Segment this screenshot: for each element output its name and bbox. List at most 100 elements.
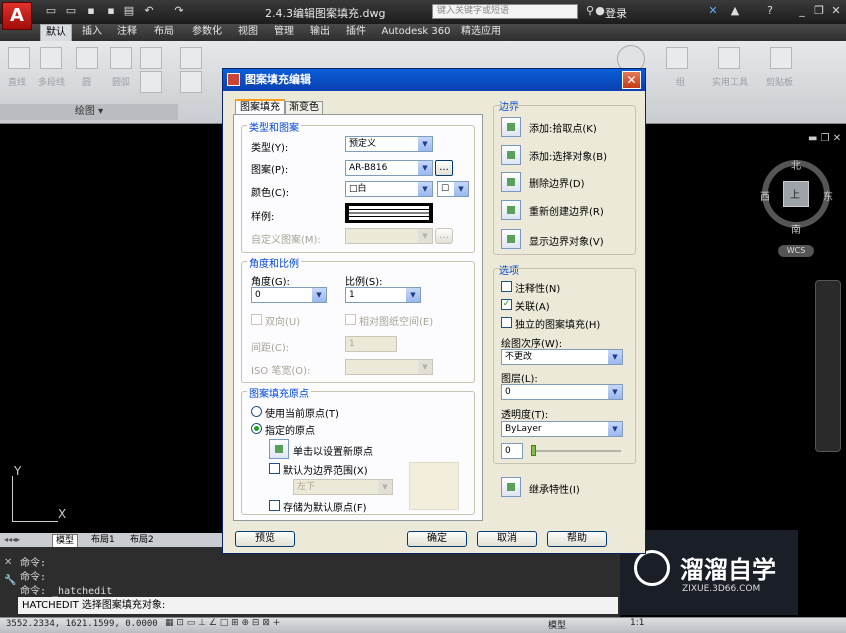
- tab-parametric[interactable]: 参数化: [188, 24, 226, 41]
- command-settings-icon[interactable]: 🔧: [4, 575, 16, 586]
- iso-pen-select[interactable]: ▼: [345, 359, 433, 375]
- utilities-icon[interactable]: [718, 47, 740, 69]
- minimize-icon[interactable]: _: [795, 5, 809, 17]
- ok-button[interactable]: 确定: [407, 531, 467, 547]
- set-origin-icon[interactable]: [269, 439, 289, 459]
- tab-nav-arrows[interactable]: ◂◂◂▸: [4, 535, 20, 544]
- store-default-checkbox[interactable]: [269, 500, 280, 511]
- draw-panel-title[interactable]: 绘图 ▾: [0, 104, 178, 120]
- double-checkbox[interactable]: [251, 314, 262, 325]
- tab-view[interactable]: 视图: [234, 24, 262, 41]
- circle-icon[interactable]: [76, 47, 98, 69]
- tab-annotate[interactable]: 注释: [113, 24, 141, 41]
- tab-manage[interactable]: 管理: [270, 24, 298, 41]
- group-tool-icon[interactable]: [666, 47, 688, 69]
- pattern-select[interactable]: AR-B816 ▼: [345, 160, 433, 176]
- transparency-slider-thumb[interactable]: [531, 445, 536, 456]
- transparency-value-input[interactable]: 0: [501, 443, 523, 459]
- draw-tool-icon[interactable]: [140, 71, 162, 93]
- undo-icon[interactable]: ↶: [142, 5, 156, 17]
- preview-button[interactable]: 预览: [235, 531, 295, 547]
- tab-hatch[interactable]: 图案填充: [235, 99, 285, 115]
- recreate-boundary-icon[interactable]: [501, 200, 521, 220]
- line-icon[interactable]: [8, 47, 30, 69]
- add-select-objects-label[interactable]: 添加:选择对象(B): [529, 148, 607, 163]
- modify-tool-icon[interactable]: [180, 47, 202, 69]
- tab-gradient[interactable]: 渐变色: [285, 101, 323, 115]
- print-icon[interactable]: ▤: [122, 5, 136, 17]
- associative-checkbox[interactable]: ✓: [501, 299, 512, 310]
- type-select[interactable]: 预定义 ▼: [345, 136, 433, 152]
- restore-icon[interactable]: ❐: [812, 5, 826, 17]
- tab-output[interactable]: 输出: [306, 24, 334, 41]
- dialog-close-button[interactable]: ✕: [622, 71, 641, 89]
- specified-origin-radio[interactable]: [251, 423, 262, 434]
- add-pick-points-label[interactable]: 添加:拾取点(K): [529, 120, 597, 135]
- command-input[interactable]: HATCHEDIT 选择图案填充对象:: [18, 597, 618, 614]
- default-extent-checkbox[interactable]: [269, 463, 280, 474]
- tab-featured-apps[interactable]: 精选应用: [458, 24, 504, 41]
- search-input[interactable]: 键入关键字或短语: [432, 4, 578, 19]
- pattern-browse-button[interactable]: ...: [435, 160, 453, 176]
- save-icon[interactable]: ▪: [84, 5, 98, 17]
- view-selections-icon[interactable]: [501, 229, 521, 249]
- inherit-properties-label[interactable]: 继承特性(I): [529, 481, 580, 496]
- clipboard-icon[interactable]: [770, 47, 792, 69]
- close-icon[interactable]: ✕: [829, 5, 843, 17]
- polyline-icon[interactable]: [40, 47, 62, 69]
- angle-select[interactable]: 0 ▼: [251, 287, 327, 303]
- modify-tool-icon[interactable]: [180, 71, 202, 93]
- separate-hatches-checkbox[interactable]: [501, 317, 512, 328]
- status-model[interactable]: 模型: [548, 618, 566, 631]
- tab-plugins[interactable]: 插件: [342, 24, 370, 41]
- color-select[interactable]: □白 ▼: [345, 181, 433, 197]
- add-pick-points-icon[interactable]: [501, 117, 521, 137]
- draw-tool-icon[interactable]: [140, 47, 162, 69]
- tab-insert[interactable]: 插入: [78, 24, 106, 41]
- cancel-button[interactable]: 取消: [477, 531, 537, 547]
- arc-icon[interactable]: [110, 47, 132, 69]
- add-select-objects-icon[interactable]: [501, 145, 521, 165]
- extent-position-select[interactable]: 左下 ▼: [293, 479, 393, 495]
- application-menu-button[interactable]: A: [2, 2, 32, 30]
- tab-autodesk-360[interactable]: Autodesk 360: [380, 24, 452, 41]
- background-color-select[interactable]: ☐ ▼: [437, 181, 469, 197]
- redo-icon[interactable]: ↷: [172, 5, 186, 17]
- draw-order-select[interactable]: 不更改 ▼: [501, 349, 623, 365]
- layer-select[interactable]: 0 ▼: [501, 384, 623, 400]
- view-selections-label[interactable]: 显示边界对象(V): [529, 233, 604, 248]
- save-as-icon[interactable]: ▪: [104, 5, 118, 17]
- tab-default[interactable]: 默认: [40, 24, 72, 41]
- drafting-toggles[interactable]: ▦ ⊡ ▭ ⊥ ∠ □ ⊞ ⊕ ⊟ ⊠ +: [165, 618, 280, 628]
- tab-layout1[interactable]: 布局1: [88, 534, 118, 546]
- status-scale[interactable]: 1:1: [630, 618, 644, 628]
- remove-boundaries-label[interactable]: 删除边界(D): [529, 175, 585, 190]
- transparency-select[interactable]: ByLayer ▼: [501, 421, 623, 437]
- login-link[interactable]: 登录: [605, 5, 627, 21]
- tab-layout2[interactable]: 布局2: [127, 534, 157, 546]
- annotative-checkbox[interactable]: [501, 281, 512, 292]
- command-close-icon[interactable]: ✕: [4, 557, 12, 568]
- tab-model[interactable]: 模型: [52, 534, 79, 548]
- use-current-origin-radio[interactable]: [251, 406, 262, 417]
- triangle-icon[interactable]: ▲: [728, 5, 742, 17]
- custom-pattern-select[interactable]: ▼: [345, 228, 433, 244]
- new-icon[interactable]: ▭: [44, 5, 58, 17]
- help-icon[interactable]: ?: [763, 5, 777, 17]
- recreate-boundary-label[interactable]: 重新创建边界(R): [529, 203, 604, 218]
- wcs-menu[interactable]: WCS: [778, 245, 814, 257]
- inherit-properties-icon[interactable]: [501, 477, 521, 497]
- pattern-sample[interactable]: [345, 203, 433, 223]
- tab-layout[interactable]: 布局: [150, 24, 178, 41]
- viewport-controls[interactable]: ▬ ❐ ✕: [808, 133, 841, 144]
- dialog-title-bar[interactable]: 图案填充编辑: [223, 69, 645, 91]
- open-icon[interactable]: ▭: [64, 5, 78, 17]
- exchange-icon[interactable]: ✕: [706, 5, 720, 17]
- navigation-bar[interactable]: [815, 280, 841, 452]
- scale-select[interactable]: 1 ▼: [345, 287, 421, 303]
- help-button[interactable]: 帮助: [547, 531, 607, 547]
- remove-boundaries-icon[interactable]: [501, 172, 521, 192]
- custom-browse-button[interactable]: ...: [435, 228, 453, 244]
- relative-paper-checkbox[interactable]: [345, 314, 356, 325]
- spacing-input[interactable]: 1: [345, 336, 397, 352]
